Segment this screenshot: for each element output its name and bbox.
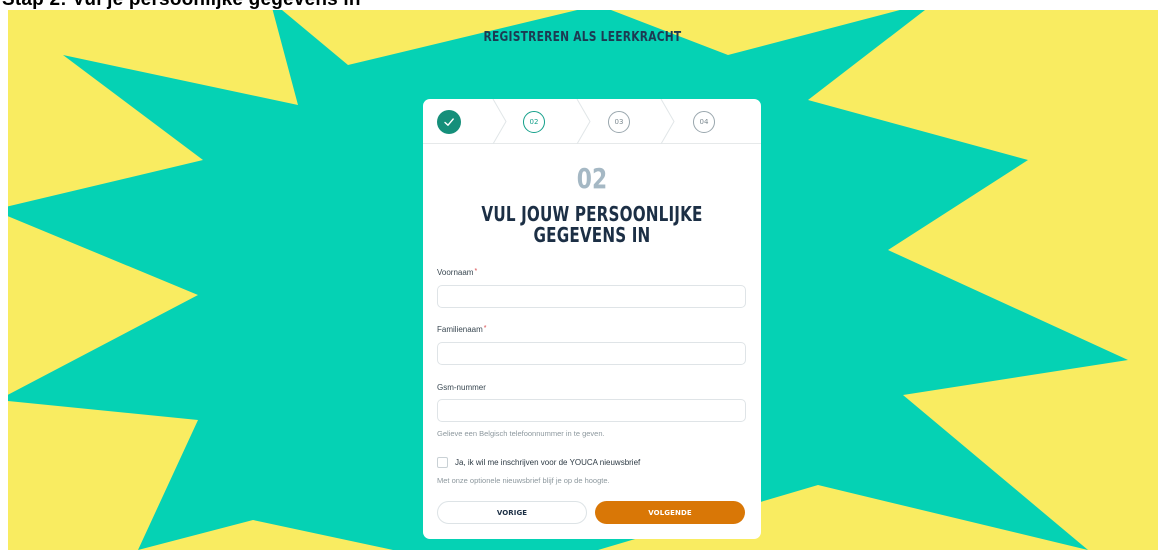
card-title-line-1: VUL JOUW PERSOONLIJKE: [481, 202, 703, 226]
stepper: 02 03 04: [423, 99, 761, 144]
cropped-header-text: Stap 2: Vul je persoonlijke gegevens in: [2, 0, 361, 10]
check-icon: [444, 118, 454, 126]
first-name-input[interactable]: [437, 285, 746, 308]
last-name-label: Familienaam*: [437, 325, 487, 334]
first-name-label: Voornaam*: [437, 268, 477, 277]
required-marker: *: [474, 268, 478, 275]
last-name-input[interactable]: [437, 342, 746, 365]
step-1-completed[interactable]: [437, 110, 461, 134]
previous-button[interactable]: VORIGE: [437, 501, 587, 524]
cropped-header: Stap 2: Vul je persoonlijke gegevens in: [0, 0, 1165, 10]
step-number-heading: 02: [576, 162, 608, 195]
newsletter-checkbox[interactable]: [437, 457, 448, 468]
card-title-line-2: GEGEVENS IN: [533, 223, 651, 247]
last-name-label-text: Familienaam: [437, 325, 483, 334]
required-marker: *: [483, 325, 487, 332]
step-2-active: 02: [523, 111, 545, 133]
newsletter-label[interactable]: Ja, ik wil me inschrijven voor de YOUCA …: [455, 458, 640, 467]
phone-label: Gsm-nummer: [437, 383, 486, 392]
next-button[interactable]: VOLGENDE: [595, 501, 745, 524]
step-4: 04: [693, 111, 715, 133]
first-name-label-text: Voornaam: [437, 268, 474, 277]
registration-card: 02 03 04 02 VUL JOUW PERSOONLIJKE GEGEVE…: [423, 99, 761, 539]
step-3: 03: [608, 111, 630, 133]
phone-hint: Gelieve een Belgisch telefoonnummer in t…: [437, 429, 605, 438]
page-heading: REGISTREREN ALS LEERKRACHT: [483, 30, 682, 45]
phone-input[interactable]: [437, 399, 746, 422]
card-title: VUL JOUW PERSOONLIJKE GEGEVENS IN: [464, 204, 721, 246]
newsletter-hint: Met onze optionele nieuwsbrief blijf je …: [437, 476, 610, 485]
